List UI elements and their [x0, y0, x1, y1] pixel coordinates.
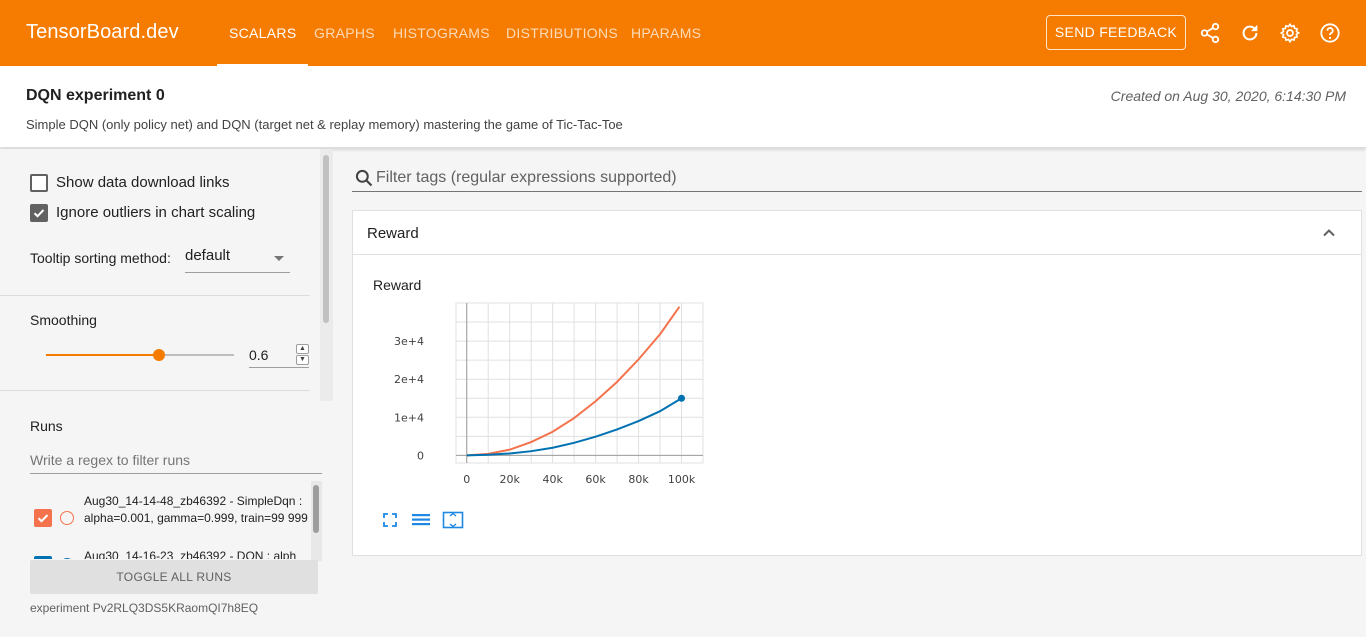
x-tick-label: 0: [463, 473, 470, 486]
divider: [0, 295, 310, 296]
card-header[interactable]: Reward: [353, 211, 1361, 255]
increment-icon[interactable]: ▲: [296, 344, 309, 354]
run-item[interactable]: Aug30_14-14-48_zb46392 - SimpleDqn : alp…: [30, 487, 315, 541]
run-checkbox[interactable]: [34, 556, 52, 559]
share-icon[interactable]: [1197, 20, 1223, 46]
smoothing-slider-fill: [46, 354, 159, 356]
checkmark-icon: [33, 209, 45, 218]
tag-filter-placeholder: Filter tags (regular expressions support…: [376, 169, 677, 186]
decrement-icon[interactable]: ▼: [296, 355, 309, 365]
run-item[interactable]: Aug30_14-16-23_zb46392 - DQN : alph: [30, 548, 315, 559]
help-icon[interactable]: [1317, 20, 1343, 46]
send-feedback-button[interactable]: SEND FEEDBACK: [1046, 15, 1186, 50]
toggle-log-scale-icon[interactable]: [410, 511, 432, 529]
ignore-outliers-label: Ignore outliers in chart scaling: [56, 204, 256, 221]
y-tick-label: 3e+4: [394, 335, 424, 348]
divider: [0, 390, 310, 391]
series-end-point: [678, 394, 686, 402]
card-title: Reward: [367, 225, 419, 242]
brand-title[interactable]: TensorBoard.dev: [26, 21, 179, 44]
runs-list: Aug30_14-14-48_zb46392 - SimpleDqn : alp…: [0, 481, 330, 559]
toggle-all-runs-button[interactable]: TOGGLE ALL RUNS: [30, 560, 318, 594]
series-line-0: [466, 306, 681, 457]
show-download-links-checkbox[interactable]: [30, 174, 48, 192]
reward-line-chart[interactable]: 0 20k 40k 60k 80k 100k 0 1e+4 2e+4 3e+4: [353, 291, 753, 511]
x-tick-label: 40k: [542, 473, 563, 486]
x-tick-label: 80k: [628, 473, 649, 486]
y-tick-label: 2e+4: [394, 373, 424, 386]
created-timestamp: Created on Aug 30, 2020, 6:14:30 PM: [1110, 88, 1346, 104]
experiment-description: Simple DQN (only policy net) and DQN (ta…: [26, 117, 623, 132]
run-checkbox[interactable]: [34, 509, 52, 527]
tab-hparams[interactable]: HPARAMS: [631, 0, 701, 66]
tooltip-sorting-select[interactable]: default: [185, 247, 290, 273]
refresh-icon[interactable]: [1237, 20, 1263, 46]
x-tick-label: 100k: [668, 473, 696, 486]
tab-scalars[interactable]: SCALARS: [216, 0, 310, 66]
runs-scrollbar-thumb[interactable]: [313, 485, 319, 533]
fullscreen-icon[interactable]: [379, 511, 401, 529]
top-app-bar: TensorBoard.dev SCALARS GRAPHS HISTOGRAM…: [0, 0, 1366, 66]
fit-domain-icon[interactable]: [442, 511, 464, 529]
run-name: Aug30_14-14-48_zb46392 - SimpleDqn : alp…: [84, 494, 308, 525]
experiment-id: experiment Pv2RLQ3DS5KRaomQI7h8EQ: [30, 601, 259, 615]
chevron-up-icon[interactable]: [1321, 225, 1337, 241]
x-tick-label: 20k: [500, 473, 521, 486]
ignore-outliers-checkbox[interactable]: [30, 204, 48, 222]
x-tick-label: 60k: [585, 473, 606, 486]
run-color-indicator: [60, 558, 74, 559]
runs-filter-placeholder: Write a regex to filter runs: [30, 452, 191, 468]
runs-filter-input[interactable]: Write a regex to filter runs: [30, 449, 322, 474]
settings-panel: Show data download links Ignore outliers…: [0, 149, 333, 401]
runs-title: Runs: [30, 418, 63, 434]
tooltip-sorting-value: default: [185, 247, 231, 264]
reward-card: Reward Reward 0 20k 40k 60k 80k 100k 0 1e+4 2e+4…: [352, 210, 1362, 556]
tab-graphs[interactable]: GRAPHS: [314, 0, 375, 66]
smoothing-label: Smoothing: [30, 312, 97, 328]
smoothing-slider-thumb[interactable]: [152, 349, 165, 361]
tag-filter-input[interactable]: Filter tags (regular expressions support…: [352, 165, 1362, 192]
settings-gear-icon[interactable]: [1277, 20, 1303, 46]
y-tick-label: 0: [417, 449, 424, 462]
experiment-title: DQN experiment 0: [26, 87, 165, 104]
tab-distributions[interactable]: DISTRIBUTIONS: [506, 0, 618, 66]
dropdown-caret-icon: [274, 256, 284, 261]
smoothing-value-input[interactable]: 0.6 ▲ ▼: [249, 344, 309, 368]
show-download-links-label: Show data download links: [56, 174, 230, 191]
run-color-indicator: [60, 511, 74, 525]
checkmark-icon: [37, 514, 49, 523]
sidebar: Show data download links Ignore outliers…: [0, 149, 333, 637]
experiment-header: DQN experiment 0 Simple DQN (only policy…: [0, 66, 1366, 148]
search-icon: [355, 169, 373, 187]
y-tick-label: 1e+4: [394, 411, 424, 424]
run-name: Aug30_14-16-23_zb46392 - DQN : alph: [84, 549, 297, 559]
settings-scrollbar-thumb[interactable]: [323, 155, 329, 323]
tooltip-sorting-label: Tooltip sorting method:: [30, 250, 171, 266]
tab-histograms[interactable]: HISTOGRAMS: [393, 0, 490, 66]
smoothing-value: 0.6: [249, 347, 269, 363]
